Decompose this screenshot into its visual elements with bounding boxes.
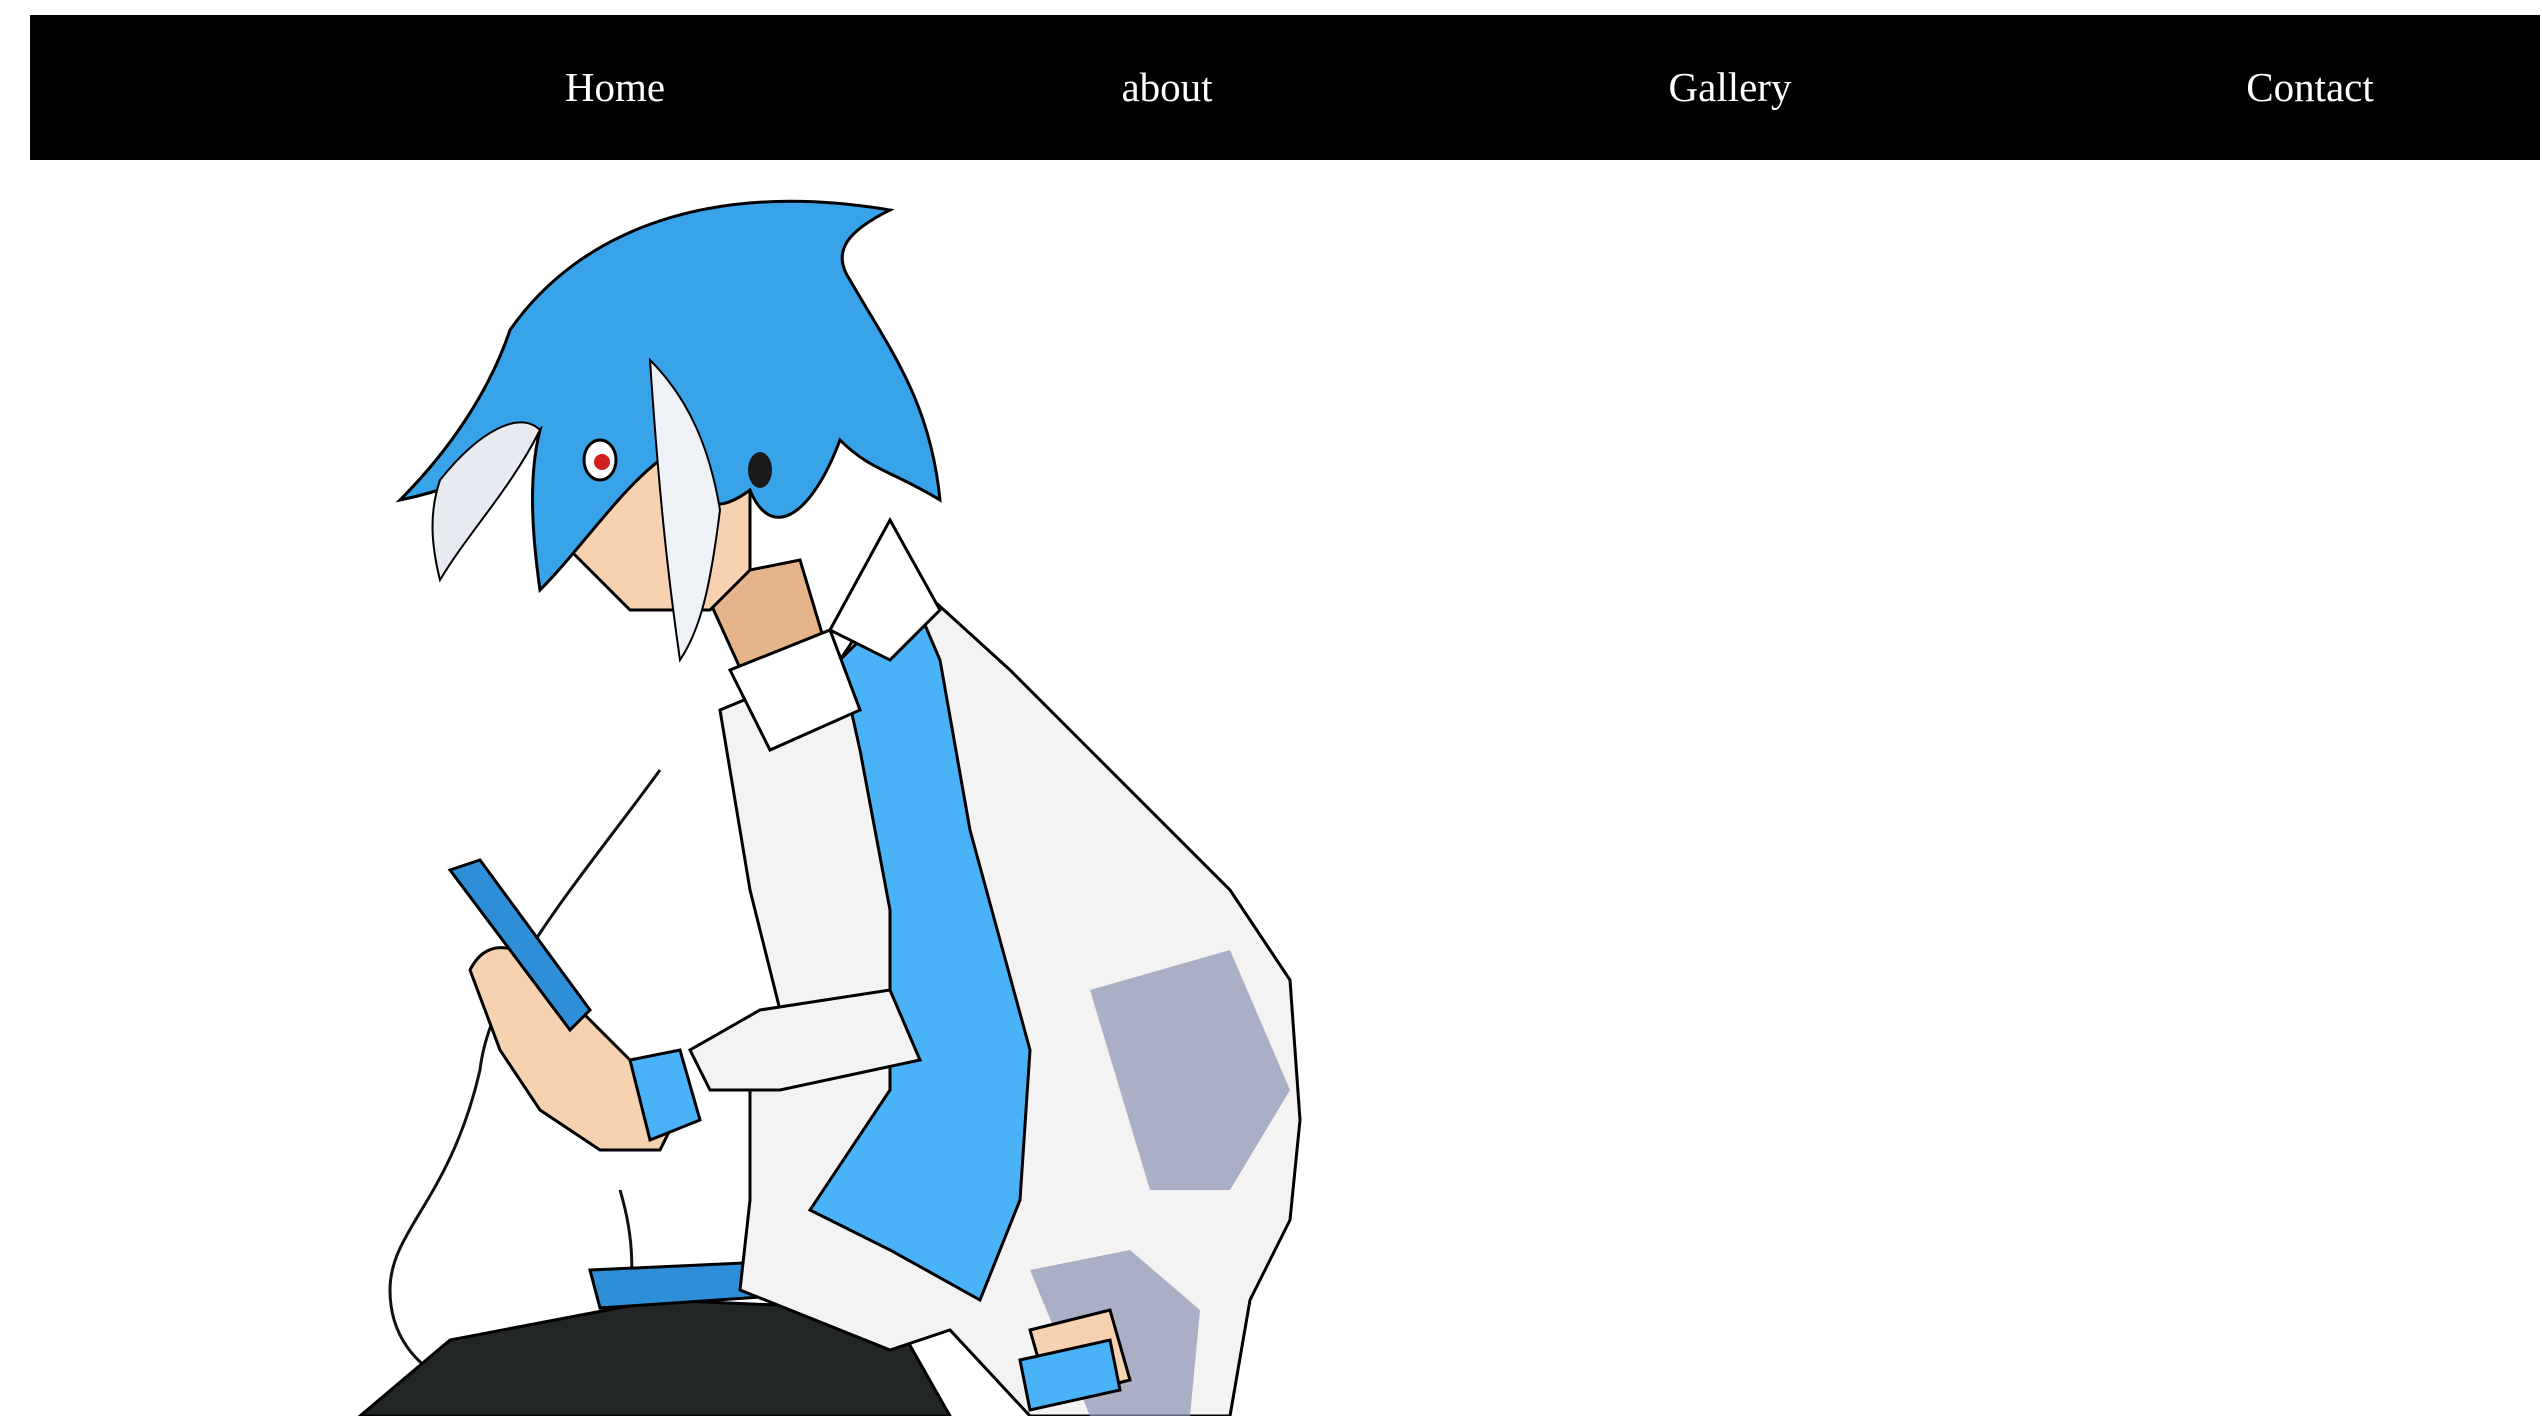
nav-link-gallery[interactable]: Gallery (1669, 15, 1792, 160)
nav-link-about[interactable]: about (1121, 15, 1212, 160)
nav-link-home[interactable]: Home (565, 15, 665, 160)
top-navigation-bar: Home about Gallery Contact (30, 15, 2540, 160)
anime-character-illustration (357, 199, 1302, 1416)
page: Home about Gallery Contact (0, 0, 2542, 1416)
eye-iris (594, 454, 610, 470)
hero-character-illustration (330, 190, 1350, 1416)
nav-link-contact[interactable]: Contact (2246, 15, 2374, 160)
earphone-icon (748, 452, 772, 488)
